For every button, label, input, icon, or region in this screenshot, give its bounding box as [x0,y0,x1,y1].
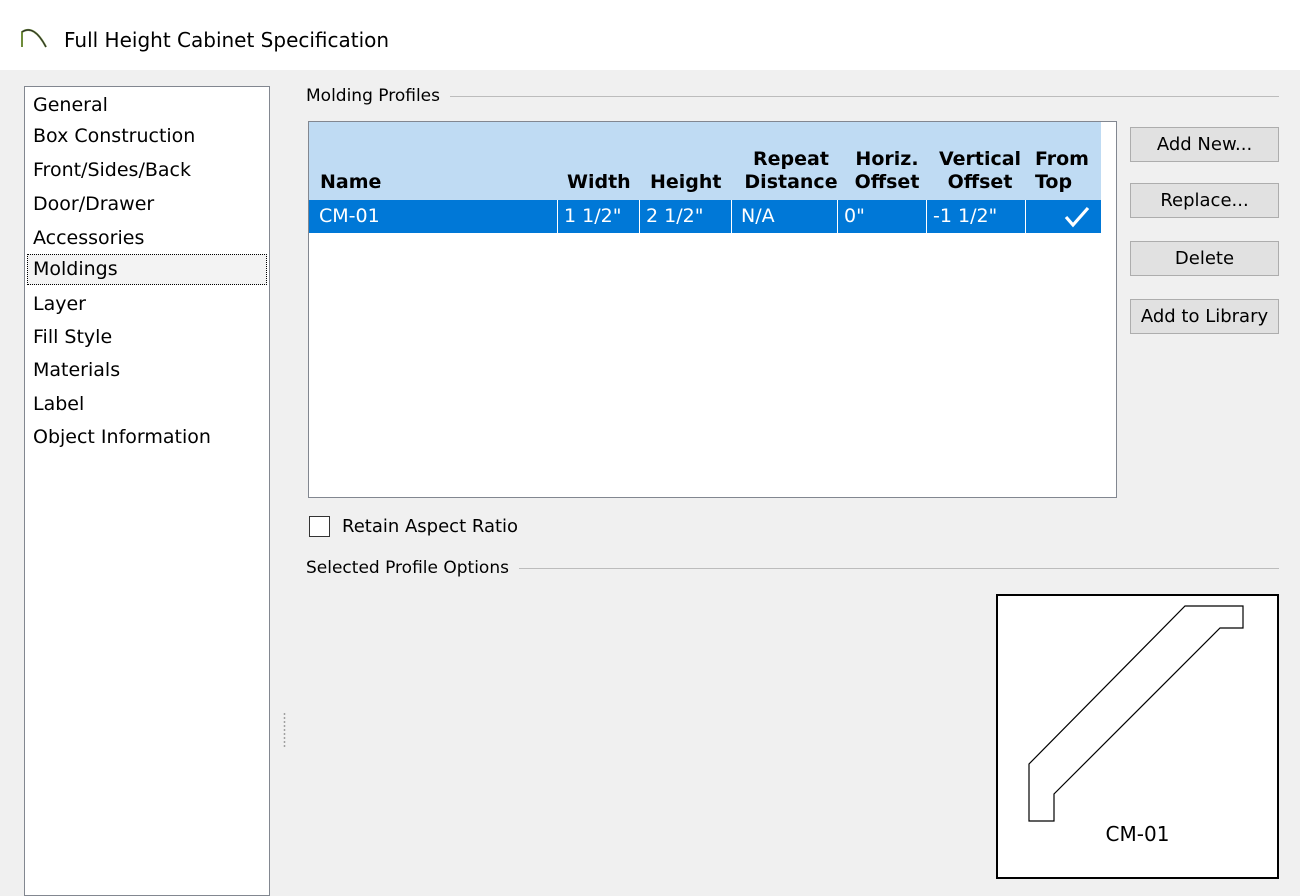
splitter-handle[interactable] [283,712,286,748]
cabinet-app-icon [21,28,47,48]
retain-aspect-ratio-label[interactable]: Retain Aspect Ratio [342,515,518,539]
nav-item-door-drawer[interactable]: Door/Drawer [27,189,160,220]
nav-item-label[interactable]: Label [27,389,90,420]
delete-button[interactable]: Delete [1130,241,1279,276]
column-header-name[interactable]: Name [320,122,560,200]
cell-horiz-offset[interactable]: 0" [838,200,927,233]
cell-width[interactable]: 1 1/2" [558,200,640,233]
nav-item-object-information[interactable]: Object Information [27,422,217,453]
molding-profiles-table[interactable]: Name Width Height Repeat Distance Horiz. O… [308,121,1117,498]
column-header-horiz-offset[interactable]: Horiz. Offset [848,122,926,200]
nav-item-layer[interactable]: Layer [27,289,92,320]
molding-profiles-label: Molding Profiles [306,86,450,106]
nav-item-general[interactable]: General [27,90,114,121]
profile-preview: CM-01 [996,594,1279,879]
window-title: Full Height Cabinet Specification [64,28,390,52]
nav-item-materials[interactable]: Materials [27,355,126,386]
add-new-button[interactable]: Add New... [1130,127,1279,162]
title-bar: Full Height Cabinet Specification [0,0,1300,70]
add-to-library-button[interactable]: Add to Library [1130,299,1279,334]
nav-item-fill-style[interactable]: Fill Style [27,322,118,353]
column-header-repeat-distance[interactable]: Repeat Distance [741,122,841,200]
column-header-vertical-offset[interactable]: Vertical Offset [930,122,1030,200]
cell-height[interactable]: 2 1/2" [640,200,732,233]
cell-name[interactable]: CM-01 [309,200,558,233]
nav-item-front-sides-back[interactable]: Front/Sides/Back [27,155,197,186]
column-header-width[interactable]: Width [567,122,643,200]
retain-aspect-ratio-checkbox[interactable] [309,516,330,537]
nav-item-moldings[interactable]: Moldings [27,254,267,285]
category-list[interactable]: General Box Construction Front/Sides/Bac… [24,86,270,896]
nav-item-accessories[interactable]: Accessories [27,223,150,254]
preview-profile-name: CM-01 [1105,822,1170,846]
from-top-check-icon[interactable] [1061,204,1093,230]
molding-profiles-divider [306,96,1279,97]
replace-button[interactable]: Replace... [1130,183,1279,218]
cell-repeat-distance[interactable]: N/A [732,200,838,233]
column-header-from-top[interactable]: From Top [1035,122,1095,200]
selected-profile-options-label: Selected Profile Options [306,558,519,578]
cell-vertical-offset[interactable]: -1 1/2" [927,200,1026,233]
column-header-height[interactable]: Height [650,122,730,200]
nav-item-box-construction[interactable]: Box Construction [27,121,201,152]
